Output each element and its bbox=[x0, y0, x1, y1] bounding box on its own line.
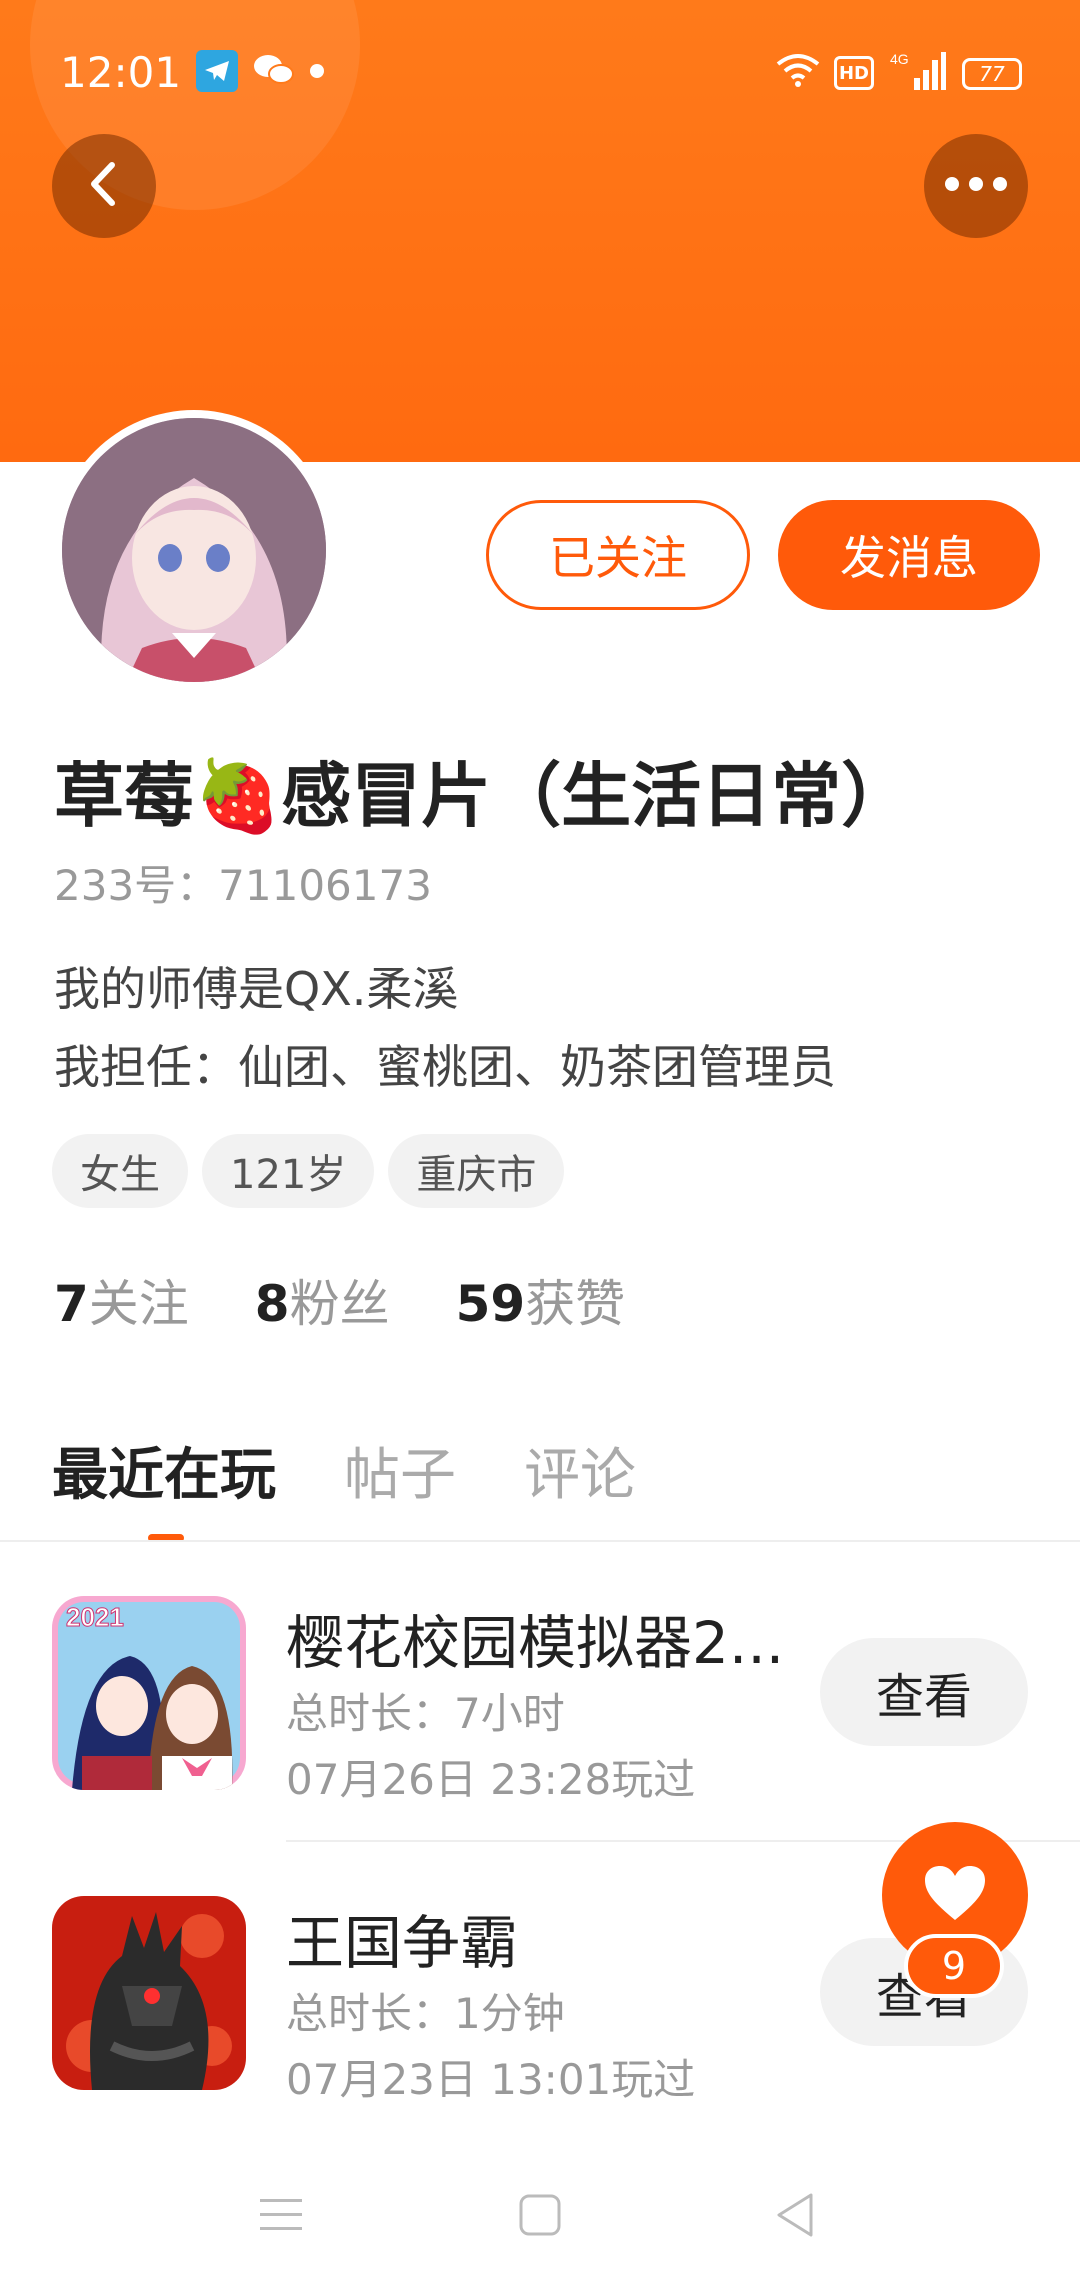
profile-tags: 女生 121岁 重庆市 bbox=[52, 1134, 565, 1208]
game-duration: 总时长：1分钟 bbox=[286, 1989, 565, 2038]
fans-label: 粉丝 bbox=[289, 1275, 390, 1333]
send-message-button[interactable]: 发消息 bbox=[778, 500, 1040, 610]
game-icon-badge: 2021 bbox=[66, 1602, 124, 1632]
game-list-item[interactable]: 2021 樱花校园模拟器2... 总时长：7小时 07月26日 23:28玩过 … bbox=[0, 1596, 1080, 1816]
battery-icon: 77 bbox=[962, 58, 1022, 90]
notification-dot-icon bbox=[310, 64, 324, 78]
bio-line: 我担任：仙团、蜜桃团、奶茶团管理员 bbox=[54, 1040, 836, 1094]
svg-text:4G: 4G bbox=[890, 51, 909, 67]
game-last-played: 07月26日 23:28玩过 bbox=[286, 1755, 696, 1804]
status-bar: 12:01 HD 4G 77 bbox=[0, 0, 1080, 150]
view-button[interactable]: 查看 bbox=[820, 1638, 1028, 1746]
chevron-left-icon bbox=[84, 159, 124, 213]
divider bbox=[0, 1540, 1080, 1542]
tag-age: 121岁 bbox=[202, 1134, 375, 1208]
tag-location: 重庆市 bbox=[388, 1134, 565, 1208]
wechat-icon bbox=[252, 50, 296, 90]
tab-posts[interactable]: 帖子 bbox=[344, 1430, 456, 1511]
system-nav-bar bbox=[0, 2150, 1080, 2280]
profile-tabs: 最近在玩 帖子 评论 bbox=[52, 1430, 636, 1511]
back-button[interactable] bbox=[52, 134, 156, 238]
tab-comments[interactable]: 评论 bbox=[524, 1430, 636, 1511]
game-title: 王国争霸 bbox=[286, 1909, 519, 1977]
hd-icon: HD bbox=[834, 56, 874, 90]
game-icon-kingdom-war bbox=[52, 1896, 246, 2090]
bio-line: 我的师傅是QX.柔溪 bbox=[54, 962, 459, 1016]
home-icon[interactable] bbox=[505, 2180, 575, 2250]
profile-nickname: 草莓🍓感冒片（生活日常） bbox=[54, 755, 912, 837]
profile-stats: 7关注 8粉丝 59获赞 bbox=[54, 1264, 625, 1336]
like-count-badge: 9 bbox=[904, 1934, 1004, 1998]
menu-icon[interactable] bbox=[246, 2180, 316, 2250]
following-label: 关注 bbox=[88, 1275, 189, 1333]
game-icon-sakura-school: 2021 bbox=[52, 1596, 246, 1790]
signal-icon: 4G bbox=[890, 50, 946, 90]
stat-following[interactable]: 7关注 bbox=[54, 1264, 189, 1336]
heart-icon bbox=[923, 1864, 987, 1926]
likes-label: 获赞 bbox=[525, 1275, 626, 1333]
status-time: 12:01 bbox=[60, 48, 182, 97]
stat-fans[interactable]: 8粉丝 bbox=[255, 1264, 390, 1336]
game-duration: 总时长：7小时 bbox=[286, 1689, 565, 1738]
account-id: 233号：71106173 bbox=[54, 861, 432, 910]
profile-bio: 我的师傅是QX.柔溪 我担任：仙团、蜜桃团、奶茶团管理员 bbox=[54, 950, 836, 1106]
following-button[interactable]: 已关注 bbox=[486, 500, 750, 610]
tag-gender: 女生 bbox=[52, 1134, 188, 1208]
telegram-icon bbox=[196, 50, 238, 92]
following-count: 7 bbox=[54, 1275, 89, 1333]
tab-recently-played[interactable]: 最近在玩 bbox=[52, 1430, 276, 1511]
more-icon bbox=[944, 176, 1008, 196]
likes-count: 59 bbox=[455, 1275, 526, 1333]
more-button[interactable] bbox=[924, 134, 1028, 238]
game-last-played: 07月23日 13:01玩过 bbox=[286, 2055, 696, 2104]
stat-likes: 59获赞 bbox=[456, 1264, 626, 1336]
avatar[interactable] bbox=[54, 410, 334, 690]
game-title: 樱花校园模拟器2... bbox=[286, 1609, 785, 1677]
wifi-icon bbox=[776, 50, 820, 90]
avatar-image bbox=[62, 418, 326, 682]
fans-count: 8 bbox=[254, 1275, 290, 1333]
back-nav-icon[interactable] bbox=[760, 2180, 830, 2250]
